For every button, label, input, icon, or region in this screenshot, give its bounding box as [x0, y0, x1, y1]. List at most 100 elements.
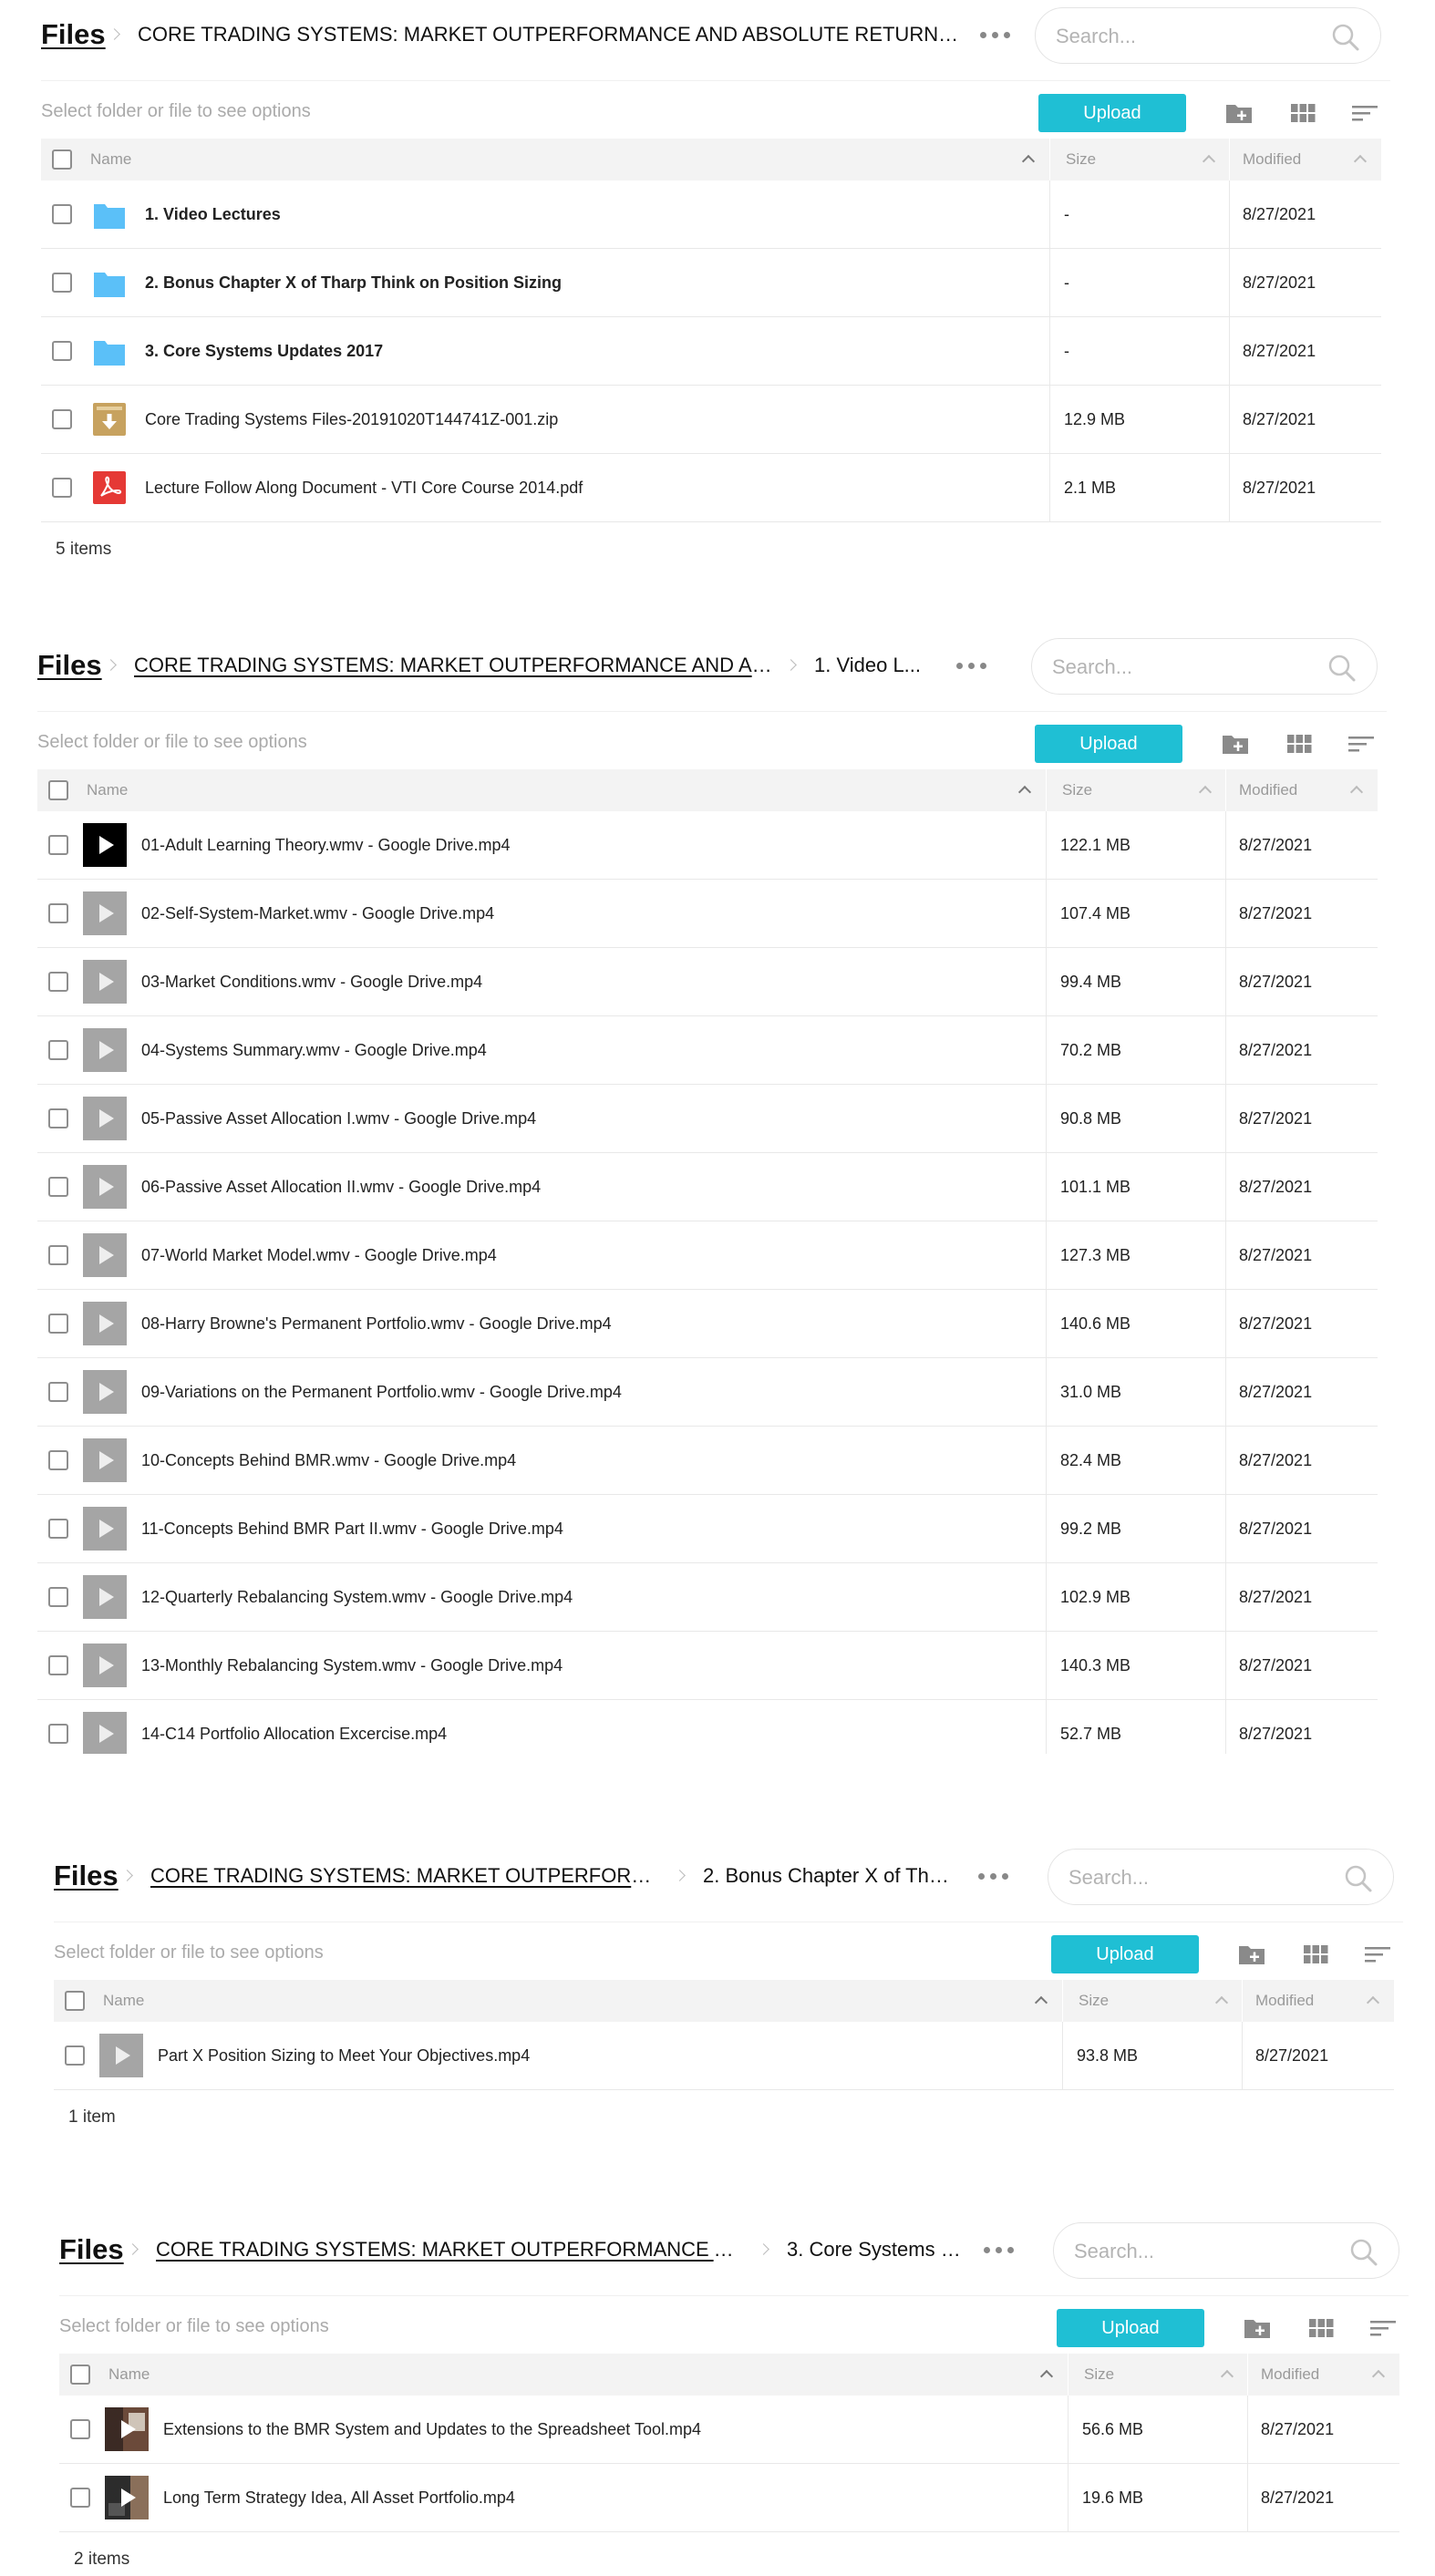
sort-icon[interactable] — [1350, 99, 1379, 127]
sort-modified-icon[interactable] — [1367, 1995, 1379, 2004]
column-header-modified[interactable]: Modified — [1255, 1980, 1314, 2022]
grid-view-icon[interactable] — [1285, 730, 1314, 757]
row-checkbox[interactable] — [48, 835, 68, 855]
row-checkbox[interactable] — [48, 1177, 68, 1197]
files-home-link[interactable]: Files — [54, 1860, 119, 1892]
row-checkbox[interactable] — [48, 1314, 68, 1334]
sort-icon[interactable] — [1363, 1941, 1392, 1968]
column-header-size[interactable]: Size — [1084, 2354, 1114, 2396]
upload-button[interactable]: Upload — [1051, 1935, 1199, 1973]
sort-name-icon[interactable] — [1040, 2369, 1053, 2378]
row-checkbox[interactable] — [48, 1724, 68, 1744]
table-row[interactable]: Lecture Follow Along Document - VTI Core… — [41, 454, 1381, 522]
new-folder-icon[interactable] — [1221, 730, 1250, 757]
table-row[interactable]: 3. Core Systems Updates 2017 - 8/27/2021 — [41, 317, 1381, 386]
table-row[interactable]: 04-Systems Summary.wmv - Google Drive.mp… — [37, 1016, 1378, 1085]
table-row[interactable]: 08-Harry Browne's Permanent Portfolio.wm… — [37, 1290, 1378, 1358]
select-all-checkbox[interactable] — [52, 149, 72, 170]
upload-button[interactable]: Upload — [1038, 94, 1186, 132]
breadcrumb-parent[interactable]: CORE TRADING SYSTEMS: MARKET OUTPERFORMA… — [150, 1864, 652, 1888]
column-header-name[interactable]: Name — [87, 769, 128, 811]
row-checkbox[interactable] — [48, 1587, 68, 1607]
table-row[interactable]: Long Term Strategy Idea, All Asset Portf… — [59, 2464, 1399, 2532]
upload-button[interactable]: Upload — [1057, 2309, 1204, 2347]
sort-modified-icon[interactable] — [1350, 785, 1363, 794]
new-folder-icon[interactable] — [1237, 1941, 1266, 1968]
row-checkbox[interactable] — [52, 273, 72, 293]
more-options-icon[interactable] — [984, 2240, 1015, 2258]
table-row[interactable]: 2. Bonus Chapter X of Tharp Think on Pos… — [41, 249, 1381, 317]
table-row[interactable]: Extensions to the BMR System and Updates… — [59, 2396, 1399, 2464]
breadcrumb-parent[interactable]: CORE TRADING SYSTEMS: MARKET OUTPERFORMA… — [156, 2238, 739, 2262]
search-input[interactable] — [1069, 1862, 1333, 1893]
table-row[interactable]: 14-C14 Portfolio Allocation Excercise.mp… — [37, 1700, 1378, 1754]
table-row[interactable]: 10-Concepts Behind BMR.wmv - Google Driv… — [37, 1427, 1378, 1495]
search-input[interactable] — [1052, 652, 1316, 683]
more-options-icon[interactable] — [980, 25, 1011, 43]
column-header-name[interactable]: Name — [103, 1980, 144, 2022]
row-checkbox[interactable] — [48, 1040, 68, 1060]
row-checkbox[interactable] — [70, 2488, 90, 2508]
files-home-link[interactable]: Files — [37, 649, 102, 682]
files-home-link[interactable]: Files — [59, 2233, 124, 2266]
sort-name-icon[interactable] — [1035, 1995, 1048, 2004]
row-checkbox[interactable] — [48, 1655, 68, 1675]
search-input[interactable] — [1074, 2236, 1338, 2267]
row-checkbox[interactable] — [48, 1108, 68, 1128]
column-header-size[interactable]: Size — [1079, 1980, 1109, 2022]
sort-name-icon[interactable] — [1022, 154, 1035, 163]
sort-size-icon[interactable] — [1199, 785, 1212, 794]
table-row[interactable]: Part X Position Sizing to Meet Your Obje… — [54, 2022, 1394, 2090]
table-row[interactable]: 07-World Market Model.wmv - Google Drive… — [37, 1221, 1378, 1290]
select-all-checkbox[interactable] — [48, 780, 68, 800]
table-row[interactable]: 05-Passive Asset Allocation I.wmv - Goog… — [37, 1085, 1378, 1153]
search-icon[interactable] — [1344, 1864, 1373, 1893]
table-row[interactable]: Core Trading Systems Files-20191020T1447… — [41, 386, 1381, 454]
search-icon[interactable] — [1327, 654, 1357, 683]
more-options-icon[interactable] — [956, 655, 987, 674]
sort-modified-icon[interactable] — [1372, 2369, 1385, 2378]
sort-size-icon[interactable] — [1203, 154, 1215, 163]
table-row[interactable]: 01-Adult Learning Theory.wmv - Google Dr… — [37, 811, 1378, 880]
search-icon[interactable] — [1349, 2238, 1378, 2267]
new-folder-icon[interactable] — [1224, 99, 1254, 127]
grid-view-icon[interactable] — [1306, 2314, 1336, 2342]
column-header-name[interactable]: Name — [90, 139, 131, 180]
upload-button[interactable]: Upload — [1035, 725, 1182, 763]
table-row[interactable]: 03-Market Conditions.wmv - Google Drive.… — [37, 948, 1378, 1016]
column-header-modified[interactable]: Modified — [1239, 769, 1297, 811]
row-checkbox[interactable] — [65, 2045, 85, 2066]
column-header-modified[interactable]: Modified — [1261, 2354, 1319, 2396]
more-options-icon[interactable] — [978, 1866, 1009, 1884]
row-checkbox[interactable] — [52, 478, 72, 498]
table-row[interactable]: 12-Quarterly Rebalancing System.wmv - Go… — [37, 1563, 1378, 1632]
row-checkbox[interactable] — [52, 204, 72, 224]
sort-size-icon[interactable] — [1215, 1995, 1228, 2004]
table-row[interactable]: 13-Monthly Rebalancing System.wmv - Goog… — [37, 1632, 1378, 1700]
row-checkbox[interactable] — [52, 409, 72, 429]
table-row[interactable]: 09-Variations on the Permanent Portfolio… — [37, 1358, 1378, 1427]
new-folder-icon[interactable] — [1243, 2314, 1272, 2342]
row-checkbox[interactable] — [52, 341, 72, 361]
select-all-checkbox[interactable] — [70, 2365, 90, 2385]
row-checkbox[interactable] — [48, 972, 68, 992]
sort-name-icon[interactable] — [1018, 785, 1031, 794]
grid-view-icon[interactable] — [1288, 99, 1317, 127]
table-row[interactable]: 02-Self-System-Market.wmv - Google Drive… — [37, 880, 1378, 948]
column-header-size[interactable]: Size — [1066, 139, 1096, 180]
row-checkbox[interactable] — [48, 1519, 68, 1539]
search-input[interactable] — [1056, 21, 1320, 52]
column-header-size[interactable]: Size — [1062, 769, 1092, 811]
table-row[interactable]: 11-Concepts Behind BMR Part II.wmv - Goo… — [37, 1495, 1378, 1563]
row-checkbox[interactable] — [48, 1245, 68, 1265]
files-home-link[interactable]: Files — [41, 18, 106, 51]
grid-view-icon[interactable] — [1301, 1941, 1330, 1968]
breadcrumb-parent[interactable]: CORE TRADING SYSTEMS: MARKET OUTPERFORMA… — [134, 654, 774, 677]
sort-modified-icon[interactable] — [1354, 154, 1367, 163]
sort-icon[interactable] — [1347, 730, 1376, 757]
row-checkbox[interactable] — [48, 903, 68, 923]
row-checkbox[interactable] — [70, 2419, 90, 2439]
column-header-name[interactable]: Name — [108, 2354, 150, 2396]
search-icon[interactable] — [1331, 23, 1360, 52]
sort-icon[interactable] — [1368, 2314, 1398, 2342]
